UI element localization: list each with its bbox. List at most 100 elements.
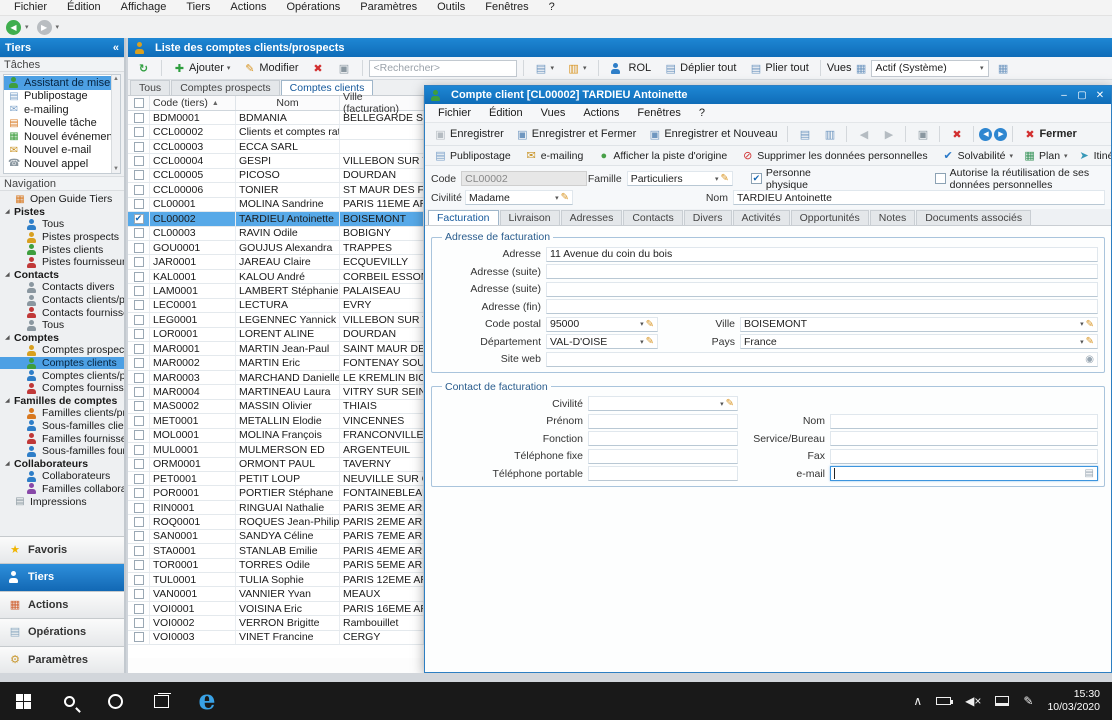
email-field[interactable]: ▤: [830, 466, 1098, 481]
sidebar-nav-button[interactable]: ▤ Opérations: [0, 618, 124, 646]
edit-button[interactable]: ✎Modifier: [238, 60, 303, 77]
sidebar-tree-item[interactable]: Collaborateurs: [0, 457, 124, 470]
dialog-action-button[interactable]: ➤ Itinéraire ▾: [1073, 149, 1111, 162]
row-checkbox[interactable]: [134, 387, 144, 397]
menu-item[interactable]: Affichage: [111, 0, 177, 15]
edit-civilite-icon[interactable]: ✎: [561, 192, 569, 203]
table-row[interactable]: VOI0003 VINET Francine CERGY: [128, 631, 424, 645]
table-row[interactable]: TUL0001 TULIA Sophie PARIS 12EME ARRONDI…: [128, 573, 424, 587]
table-row[interactable]: CCL00002 Clients et comptes rattachés: [128, 125, 424, 139]
start-button[interactable]: [0, 682, 46, 720]
row-checkbox[interactable]: [134, 142, 144, 152]
menu-item[interactable]: Édition: [57, 0, 111, 15]
table-row[interactable]: VOI0001 VOISINA Eric PARIS 16EME ARRONDI…: [128, 602, 424, 616]
task-item[interactable]: ▤ Publipostage: [4, 90, 111, 104]
row-checkbox[interactable]: [134, 474, 144, 484]
select-all-checkbox[interactable]: [134, 98, 144, 108]
row-checkbox[interactable]: [134, 575, 144, 585]
row-checkbox[interactable]: [134, 113, 144, 123]
table-row[interactable]: LEC0001 LECTURA EVRY: [128, 299, 424, 313]
row-checkbox[interactable]: [134, 156, 144, 166]
row-checkbox[interactable]: [134, 315, 144, 325]
row-checkbox[interactable]: [134, 358, 144, 368]
edit-dept-icon[interactable]: ✎: [646, 336, 654, 347]
row-checkbox[interactable]: [134, 488, 144, 498]
sidebar-tree-item[interactable]: Comptes: [0, 332, 124, 345]
table-row[interactable]: CL00002 TARDIEU Antoinette BOISEMONT: [128, 212, 424, 226]
row-checkbox[interactable]: [134, 531, 144, 541]
task-item[interactable]: ▦ Nouvel événement: [4, 130, 111, 144]
network-icon[interactable]: [995, 696, 1009, 706]
undo-button[interactable]: ◀: [852, 126, 875, 143]
redo-button[interactable]: ▶: [877, 126, 900, 143]
dialog-menu-item[interactable]: Fenêtres: [628, 107, 689, 119]
maximize-icon[interactable]: ▢: [1076, 90, 1088, 101]
close-icon[interactable]: ✕: [1094, 90, 1106, 101]
list-tab[interactable]: Comptes prospects: [171, 80, 279, 95]
task-item[interactable]: ✉ Nouvel e-mail: [4, 144, 111, 158]
row-checkbox[interactable]: [134, 329, 144, 339]
row-checkbox[interactable]: [134, 344, 144, 354]
table-row[interactable]: SAN0001 SANDYA Céline PARIS 7EME ARRONDI…: [128, 530, 424, 544]
row-checkbox[interactable]: [134, 272, 144, 282]
row-checkbox[interactable]: [134, 300, 144, 310]
famille-select[interactable]: Particuliers▾✎: [627, 171, 733, 186]
row-checkbox[interactable]: [134, 546, 144, 556]
sidebar-tree-item[interactable]: Pistes prospects: [0, 231, 124, 244]
rol-button[interactable]: ROL: [605, 60, 657, 76]
edit-contact-civilite-icon[interactable]: ✎: [726, 398, 734, 409]
row-checkbox[interactable]: [134, 199, 144, 209]
edit-famille-icon[interactable]: ✎: [721, 173, 729, 184]
row-checkbox[interactable]: [134, 604, 144, 614]
row-checkbox[interactable]: [134, 243, 144, 253]
sidebar-tree-item[interactable]: Contacts divers: [0, 281, 124, 294]
save-new-button[interactable]: ▣Enregistrer et Nouveau: [643, 126, 782, 143]
sidebar-tree-item[interactable]: Pistes fournisseurs: [0, 256, 124, 269]
telephone-portable-field[interactable]: [588, 466, 738, 481]
task-item[interactable]: Assistant de mise à jo...: [4, 76, 111, 90]
row-checkbox[interactable]: [134, 632, 144, 642]
dialog-tab[interactable]: Notes: [870, 210, 915, 225]
back-caret-icon[interactable]: ▾: [25, 23, 29, 31]
row-checkbox[interactable]: [134, 286, 144, 296]
site-web-field[interactable]: ◉: [546, 352, 1098, 367]
adresse-fin-field[interactable]: [546, 299, 1098, 314]
search-button[interactable]: [46, 682, 92, 720]
adresse-suite2-field[interactable]: [546, 282, 1098, 297]
add-button[interactable]: ✚Ajouter▾: [168, 60, 235, 77]
sidebar-tree-item[interactable]: Tous: [0, 319, 124, 332]
sidebar-tree-item[interactable]: Pistes: [0, 206, 124, 219]
adresse-field[interactable]: 11 Avenue du coin du bois: [546, 247, 1098, 262]
table-row[interactable]: MAR0001 MARTIN Jean-Paul SAINT MAUR DES …: [128, 342, 424, 356]
row-checkbox[interactable]: [134, 560, 144, 570]
ville-select[interactable]: BOISEMONT▾✎: [740, 317, 1098, 332]
sidebar-tree-item[interactable]: Comptes fournisseurs: [0, 382, 124, 395]
sidebar-tree-item[interactable]: Pistes clients: [0, 243, 124, 256]
contact-civilite-select[interactable]: ▾✎: [588, 396, 738, 411]
row-checkbox[interactable]: [134, 416, 144, 426]
table-row[interactable]: VAN0001 VANNIER Yvan MEAUX: [128, 587, 424, 601]
table-row[interactable]: MOL0001 MOLINA François FRANCONVILLE LA …: [128, 429, 424, 443]
forward-caret-icon[interactable]: ▾: [56, 23, 60, 31]
copy-button[interactable]: ▣: [333, 60, 356, 77]
table-row[interactable]: ROQ0001 ROQUES Jean-Philippe PARIS 2EME …: [128, 515, 424, 529]
previous-record-icon[interactable]: ◀: [979, 128, 992, 141]
menu-item[interactable]: Fichier: [4, 0, 57, 15]
column-header-nom[interactable]: Nom: [236, 96, 340, 110]
row-checkbox[interactable]: [134, 445, 144, 455]
row-checkbox[interactable]: [134, 214, 144, 224]
telephone-fixe-field[interactable]: [588, 449, 738, 464]
taskbar-clock[interactable]: 15:30 10/03/2020: [1047, 688, 1100, 714]
adresse-suite1-field[interactable]: [546, 264, 1098, 279]
code-postal-select[interactable]: 95000▾✎: [546, 317, 658, 332]
tasks-scrollbar[interactable]: ▲▼: [111, 75, 120, 173]
back-icon[interactable]: ◀: [6, 20, 21, 35]
table-row[interactable]: VOI0002 VERRON Brigitte Rambouillet: [128, 616, 424, 630]
list-tab[interactable]: Tous: [130, 80, 170, 95]
row-checkbox[interactable]: [134, 589, 144, 599]
row-checkbox[interactable]: [134, 618, 144, 628]
dialog-tab[interactable]: Activités: [733, 210, 790, 225]
sidebar-tree-item[interactable]: Contacts: [0, 269, 124, 282]
collapse-all-button[interactable]: ▤Plier tout: [744, 60, 813, 77]
task-view-button[interactable]: [138, 682, 184, 720]
